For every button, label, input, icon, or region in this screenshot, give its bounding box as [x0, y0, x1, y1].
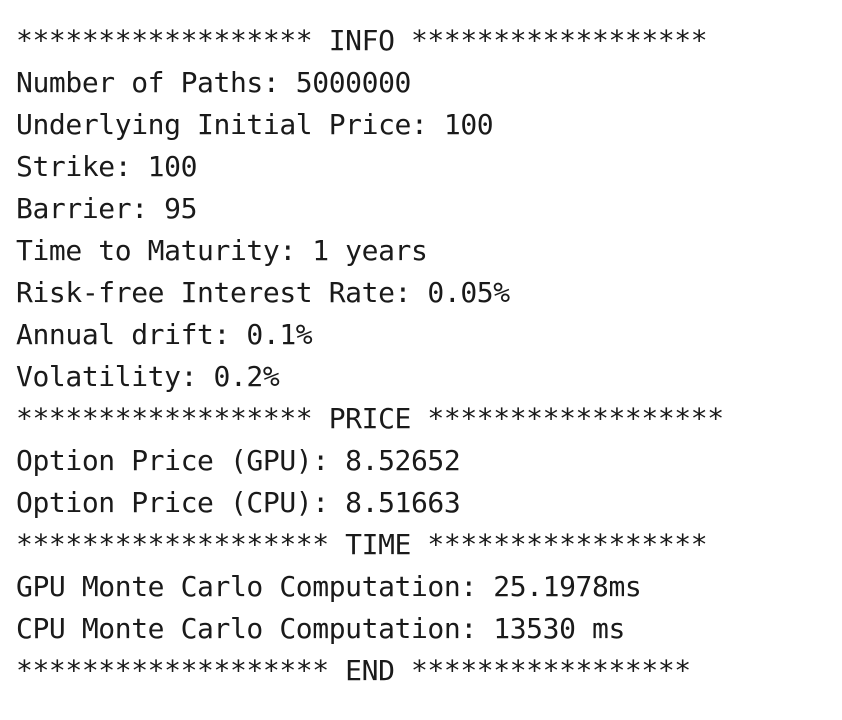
initial-price-line: Underlying Initial Price: 100 [16, 108, 494, 141]
maturity-line: Time to Maturity: 1 years [16, 234, 428, 267]
cpu-option-price-line: Option Price (CPU): 8.51663 [16, 486, 461, 519]
terminal-output: ****************** INFO ****************… [16, 20, 836, 692]
gpu-computation-time-line: GPU Monte Carlo Computation: 25.1978ms [16, 570, 642, 603]
price-header: ****************** PRICE ***************… [16, 402, 724, 435]
annual-drift-line: Annual drift: 0.1% [16, 318, 313, 351]
strike-line: Strike: 100 [16, 150, 198, 183]
end-footer: ******************* END ****************… [16, 654, 691, 687]
cpu-computation-time-line: CPU Monte Carlo Computation: 13530 ms [16, 612, 625, 645]
interest-rate-line: Risk-free Interest Rate: 0.05% [16, 276, 510, 309]
info-header: ****************** INFO ****************… [16, 24, 708, 57]
volatility-line: Volatility: 0.2% [16, 360, 280, 393]
barrier-line: Barrier: 95 [16, 192, 198, 225]
gpu-option-price-line: Option Price (GPU): 8.52652 [16, 444, 461, 477]
number-of-paths-line: Number of Paths: 5000000 [16, 66, 411, 99]
time-header: ******************* TIME ***************… [16, 528, 708, 561]
